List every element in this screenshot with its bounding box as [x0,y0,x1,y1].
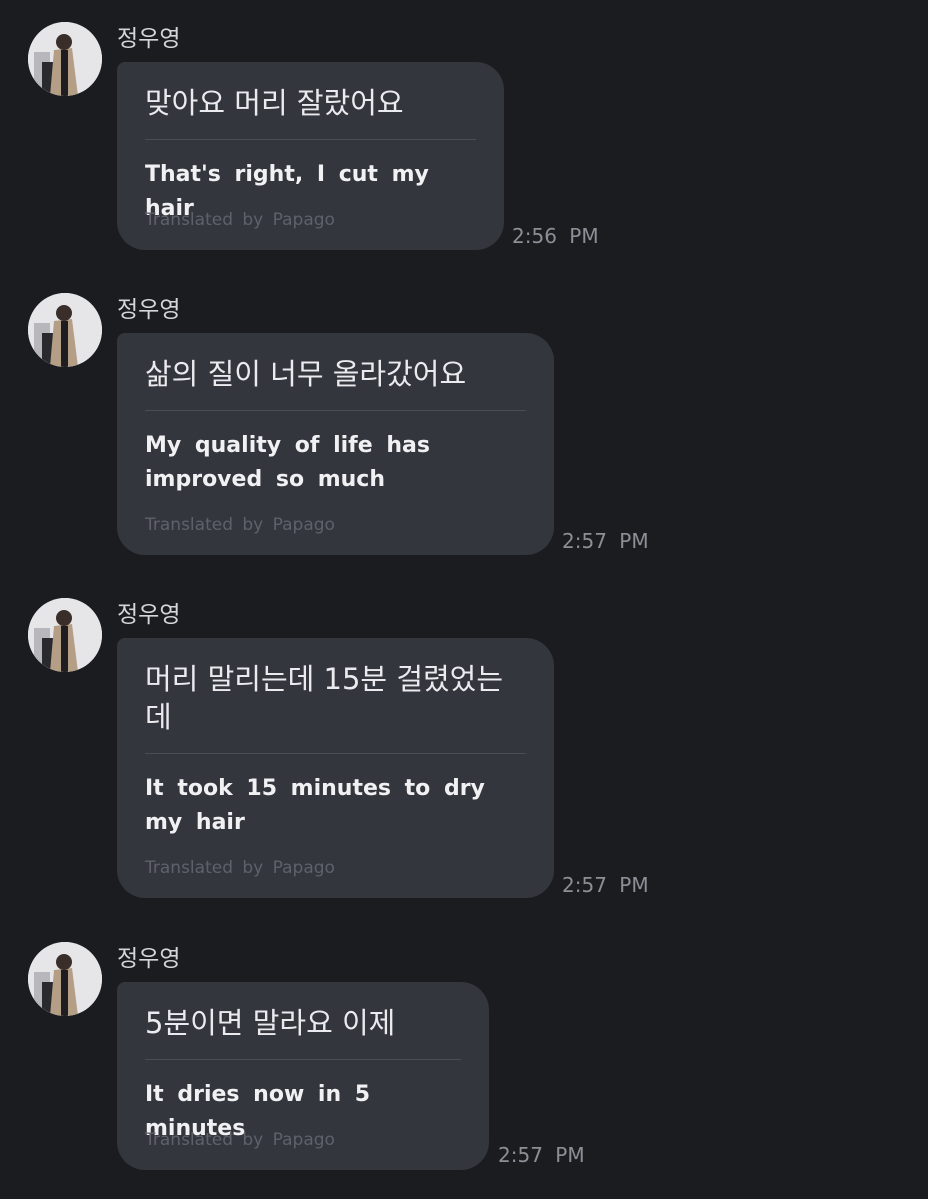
translated-text: My quality of life has improved so much [145,433,430,492]
message-timestamp: 2:57 PM [562,529,649,553]
avatar-photo [28,942,102,1016]
avatar-photo [28,22,102,96]
sender-name: 정우영 [117,26,181,52]
avatar[interactable] [28,598,102,672]
sender-name: 정우영 [117,602,181,628]
avatar-photo [28,598,102,672]
original-text: 머리 말리는데 15분 걸렸었는데 [145,662,504,734]
divider [145,1059,461,1060]
translated-text: It took 15 minutes to dry my hair [145,776,485,835]
original-text: 삶의 질이 너무 올라갔어요 [145,357,467,391]
message-timestamp: 2:57 PM [498,1143,585,1167]
sender-name: 정우영 [117,297,181,323]
original-text: 5분이면 말라요 이제 [145,1006,396,1040]
divider [145,139,476,140]
translation-credit: Translated by Papago [145,515,335,535]
message-timestamp: 2:56 PM [512,224,599,248]
avatar[interactable] [28,293,102,367]
message-bubble[interactable]: 머리 말리는데 15분 걸렸었는데 It took 15 minutes to … [117,638,554,898]
divider [145,410,526,411]
sender-name: 정우영 [117,946,181,972]
translation-credit: Translated by Papago [145,1130,335,1150]
translation-credit: Translated by Papago [145,210,335,230]
message-bubble[interactable]: 5분이면 말라요 이제 It dries now in 5 minutes Tr… [117,982,489,1170]
translation-credit: Translated by Papago [145,858,335,878]
avatar[interactable] [28,942,102,1016]
message-bubble[interactable]: 맞아요 머리 잘랐어요 That's right, I cut my hair … [117,62,504,250]
divider [145,753,526,754]
message-timestamp: 2:57 PM [562,873,649,897]
avatar-photo [28,293,102,367]
avatar[interactable] [28,22,102,96]
message-bubble[interactable]: 삶의 질이 너무 올라갔어요 My quality of life has im… [117,333,554,555]
original-text: 맞아요 머리 잘랐어요 [145,86,404,120]
